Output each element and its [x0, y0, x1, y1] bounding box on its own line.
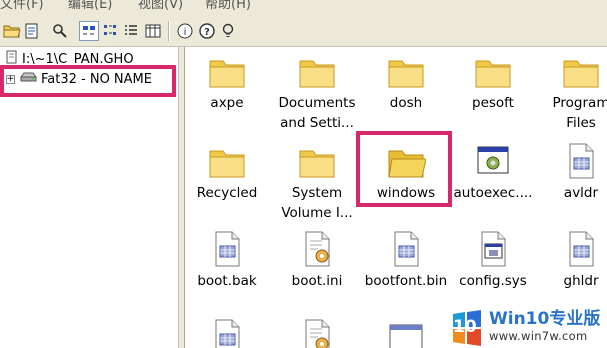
file-item[interactable]: ghldr [535, 229, 607, 291]
file-item[interactable] [185, 317, 273, 348]
watermark: 10 Win10专业版 www.win7w.com [445, 306, 607, 348]
file-label: System Volume I... [281, 185, 353, 221]
folder-item[interactable]: dosh [360, 51, 452, 113]
folder-icon [535, 51, 607, 91]
file-item[interactable]: boot.bak [185, 229, 273, 291]
doc-file-icon [185, 317, 273, 348]
menu-edit[interactable]: 编辑(E) [68, 0, 112, 12]
window-file-icon [360, 317, 452, 348]
expand-icon[interactable]: + [6, 74, 15, 84]
folder-icon [185, 51, 273, 91]
folder-icon [185, 141, 273, 181]
file-label: Program Files [552, 95, 607, 131]
file-item[interactable] [271, 317, 363, 348]
folder-tree: I:\~1\C_PAN.GHO + Fat32 - NO NAME [0, 47, 178, 348]
folder-item[interactable]: pesoft [447, 51, 539, 113]
doc-file-icon [185, 229, 273, 269]
doc-file-icon [535, 229, 607, 269]
file-label: boot.ini [291, 273, 343, 289]
file-label: config.sys [459, 273, 527, 289]
drive-image-icon [6, 50, 18, 68]
watermark-badge: 10 [453, 317, 477, 337]
file-label: dosh [389, 95, 423, 111]
sys-file-icon [447, 229, 539, 269]
view-large-icons-icon[interactable] [79, 21, 99, 41]
file-label: axpe [210, 95, 244, 111]
view-details-icon[interactable] [143, 21, 163, 41]
pane-splitter[interactable] [178, 47, 185, 348]
help-icon[interactable]: ? [197, 21, 217, 41]
folder-icon [447, 51, 539, 91]
watermark-title: Win10专业版 [489, 309, 601, 330]
properties-icon[interactable] [22, 21, 42, 41]
doc-file-icon [360, 229, 452, 269]
menu-help[interactable]: 帮助(H) [205, 0, 251, 12]
file-list: axpe Documents and Setti... dosh pesoft Prog… [185, 47, 607, 348]
file-item[interactable]: bootfont.bin [360, 229, 452, 291]
file-label: ghldr [563, 273, 599, 289]
folder-icon [360, 141, 452, 181]
view-small-icons-icon[interactable] [101, 21, 121, 41]
folder-icon [360, 51, 452, 91]
file-label: Documents and Setti... [278, 95, 356, 131]
menu-bar: 文件(F) 编辑(E) 视图(V) 帮助(H) [0, 0, 607, 12]
file-item[interactable]: avldr [535, 141, 607, 203]
tree-item-label: I:\~1\C_PAN.GHO [22, 51, 134, 67]
file-item[interactable]: config.sys [447, 229, 539, 291]
folder-item[interactable]: System Volume I... [271, 141, 363, 223]
file-label: windows [376, 185, 436, 201]
folder-icon [271, 51, 363, 91]
hard-drive-icon [19, 71, 37, 87]
file-item[interactable] [360, 317, 452, 348]
svg-text:i: i [184, 27, 187, 38]
watermark-url: www.win7w.com [489, 329, 588, 344]
file-label: avldr [563, 185, 599, 201]
folder-icon [271, 141, 363, 181]
file-label: autoexec.... [453, 185, 533, 201]
file-item[interactable]: boot.ini [271, 229, 363, 291]
exe-file-icon [447, 141, 539, 181]
lamp-icon[interactable] [218, 21, 238, 41]
tree-item-label: Fat32 - NO NAME [41, 71, 152, 87]
search-icon[interactable] [50, 21, 70, 41]
file-label: pesoft [472, 95, 514, 111]
folder-item[interactable]: Recycled [185, 141, 273, 203]
open-icon[interactable] [2, 21, 22, 41]
svg-text:?: ? [204, 27, 210, 38]
folder-item[interactable]: Documents and Setti... [271, 51, 363, 133]
file-item[interactable]: autoexec.... [447, 141, 539, 203]
ini-file-icon [271, 317, 363, 348]
file-label: boot.bak [197, 273, 257, 289]
folder-item[interactable]: axpe [185, 51, 273, 113]
tree-item-partition[interactable]: + Fat32 - NO NAME [6, 70, 152, 88]
ini-file-icon [271, 229, 363, 269]
watermark-logo: 10 [447, 308, 485, 346]
tree-item-image-root[interactable]: I:\~1\C_PAN.GHO [6, 50, 134, 68]
folder-item[interactable]: windows [360, 141, 452, 203]
view-list-icon[interactable] [121, 21, 141, 41]
doc-file-icon [535, 141, 607, 181]
file-label: Recycled [196, 185, 258, 201]
menu-file[interactable]: 文件(F) [0, 0, 44, 12]
menu-view[interactable]: 视图(V) [138, 0, 183, 12]
about-icon[interactable]: i [175, 21, 195, 41]
folder-item[interactable]: Program Files [535, 51, 607, 133]
toolbar: i ? [0, 12, 607, 47]
file-label: bootfont.bin [364, 273, 448, 289]
